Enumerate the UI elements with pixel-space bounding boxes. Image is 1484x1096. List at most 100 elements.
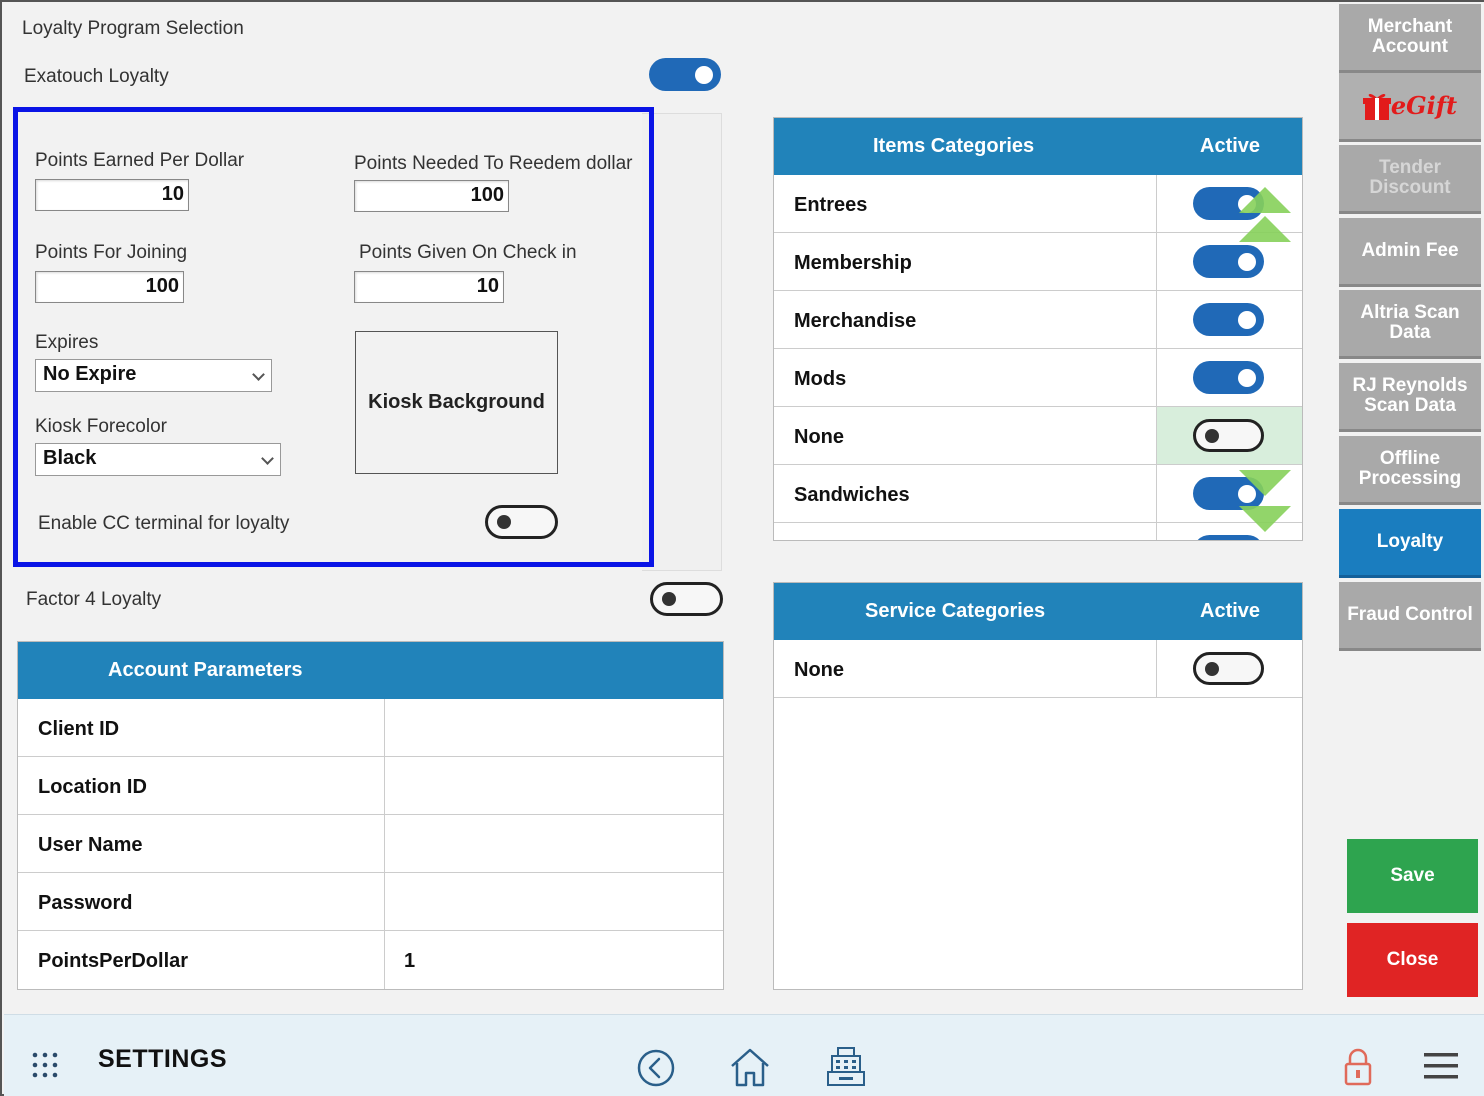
loyalty-button[interactable]: Loyalty (1339, 509, 1481, 578)
egift-button[interactable]: eGift (1339, 73, 1481, 142)
table-row[interactable]: Entrees (774, 175, 1302, 233)
table-row[interactable]: Sandwiches (774, 465, 1302, 523)
fraud-control-button[interactable]: Fraud Control (1339, 582, 1481, 651)
points-earned-input[interactable]: 10 (35, 179, 189, 211)
membership-active-toggle[interactable] (1193, 245, 1264, 278)
column-divider (384, 873, 385, 930)
table-row (774, 523, 1302, 540)
points-checkin-label: Points Given On Check in (359, 242, 577, 263)
save-button[interactable]: Save (1347, 839, 1478, 913)
kiosk-background-button[interactable]: Kiosk Background (355, 331, 558, 474)
param-name: Location ID (38, 776, 147, 798)
category-name: None (794, 659, 844, 681)
points-checkin-input[interactable]: 10 (354, 271, 504, 303)
cash-register-icon[interactable] (825, 1045, 867, 1089)
column-divider (384, 757, 385, 814)
items-categories-header: Items Categories Active (774, 118, 1302, 175)
points-needed-input[interactable]: 100 (354, 180, 509, 212)
table-row[interactable]: None (774, 407, 1302, 465)
toggle-knob (662, 592, 676, 606)
param-name: Client ID (38, 718, 120, 740)
tender-discount-button[interactable]: Tender Discount (1339, 145, 1481, 214)
items-categories-title: Items Categories (873, 135, 1035, 157)
column-divider (1156, 640, 1157, 697)
cc-terminal-toggle[interactable] (485, 505, 558, 539)
category-name: Membership (794, 252, 912, 274)
toggle-knob (1205, 662, 1219, 676)
table-row[interactable]: Membership (774, 233, 1302, 291)
toggle-knob (1205, 429, 1219, 443)
cc-terminal-label: Enable CC terminal for loyalty (38, 513, 290, 534)
param-value[interactable]: 1 (404, 950, 415, 973)
rj-reynolds-scan-data-button[interactable]: RJ Reynolds Scan Data (1339, 363, 1481, 432)
tender-discount-label: Tender Discount (1369, 157, 1451, 198)
toggle-knob (1238, 311, 1256, 329)
expires-select[interactable]: No Expire (35, 359, 272, 392)
lock-icon[interactable] (1343, 1047, 1373, 1087)
forecolor-selected-value: Black (43, 447, 97, 469)
points-earned-label: Points Earned Per Dollar (35, 150, 245, 171)
exatouch-loyalty-label: Exatouch Loyalty (24, 66, 169, 87)
none-active-toggle[interactable] (1193, 419, 1264, 452)
service-categories-grid: Service Categories Active None (773, 582, 1303, 990)
table-row[interactable]: User Name (18, 815, 723, 873)
scroll-down-icon[interactable] (1239, 470, 1291, 496)
altria-scan-data-button[interactable]: Altria Scan Data (1339, 290, 1481, 359)
mods-active-toggle[interactable] (1193, 361, 1264, 394)
column-divider (1156, 465, 1157, 522)
points-joining-input[interactable]: 100 (35, 271, 184, 303)
account-parameters-title: Account Parameters (108, 659, 303, 681)
param-name: PointsPerDollar (38, 950, 189, 972)
table-row[interactable]: Mods (774, 349, 1302, 407)
offline-processing-button[interactable]: Offline Processing (1339, 436, 1481, 505)
scroll-down-icon[interactable] (1239, 506, 1291, 532)
home-icon[interactable] (728, 1046, 772, 1088)
scroll-up-icon[interactable] (1239, 216, 1291, 242)
exatouch-loyalty-toggle[interactable] (649, 58, 721, 91)
toggle-knob (497, 515, 511, 529)
back-icon[interactable] (636, 1048, 676, 1088)
close-button[interactable]: Close (1347, 923, 1478, 997)
expires-label: Expires (35, 332, 99, 353)
kiosk-forecolor-label: Kiosk Forecolor (35, 416, 167, 437)
admin-fee-button[interactable]: Admin Fee (1339, 218, 1481, 287)
column-divider (384, 699, 385, 756)
altria-scan-data-label: Altria Scan Data (1360, 302, 1460, 343)
menu-icon[interactable] (1424, 1052, 1460, 1080)
table-row[interactable]: Merchandise (774, 291, 1302, 349)
kiosk-forecolor-select[interactable]: Black (35, 443, 281, 476)
loyalty-label: Loyalty (1376, 531, 1444, 552)
account-parameters-header: Account Parameters (18, 642, 723, 699)
apps-grid-icon[interactable] (32, 1052, 60, 1080)
table-row[interactable]: Location ID (18, 757, 723, 815)
column-divider (384, 815, 385, 872)
offline-processing-label: Offline Processing (1358, 448, 1462, 489)
merchant-account-button[interactable]: Merchant Account (1339, 4, 1481, 73)
rj-reynolds-label: RJ Reynolds Scan Data (1352, 375, 1468, 416)
items-categories-grid: Items Categories Active Entrees Membersh… (773, 117, 1303, 541)
service-active-header: Active (1200, 600, 1261, 622)
service-none-active-toggle[interactable] (1193, 652, 1264, 685)
factor4-loyalty-toggle[interactable] (650, 582, 723, 616)
chevron-down-icon (252, 368, 265, 381)
category-name: Sandwiches (794, 484, 910, 506)
points-joining-label: Points For Joining (35, 242, 188, 263)
bottom-bar: SETTINGS (4, 1014, 1484, 1096)
table-row[interactable]: Password (18, 873, 723, 931)
points-needed-label: Points Needed To Reedem dollar (354, 153, 633, 174)
merchandise-active-toggle[interactable] (1193, 303, 1264, 336)
scroll-up-icon[interactable] (1239, 187, 1291, 213)
param-name: User Name (38, 834, 143, 856)
egift-logo-text: eGift (1390, 91, 1458, 120)
table-row[interactable]: None (774, 640, 1302, 698)
table-row[interactable]: Client ID (18, 699, 723, 757)
chevron-down-icon (261, 452, 274, 465)
fraud-control-label: Fraud Control (1347, 604, 1473, 625)
category-name: None (794, 426, 844, 448)
gift-icon (1362, 93, 1391, 120)
settings-window: Loyalty Program Selection Exatouch Loyal… (0, 0, 1484, 1096)
column-divider (1156, 349, 1157, 406)
save-label: Save (1390, 865, 1435, 886)
table-row[interactable]: PointsPerDollar 1 (18, 931, 723, 989)
merchant-account-label: Merchant Account (1367, 16, 1453, 57)
